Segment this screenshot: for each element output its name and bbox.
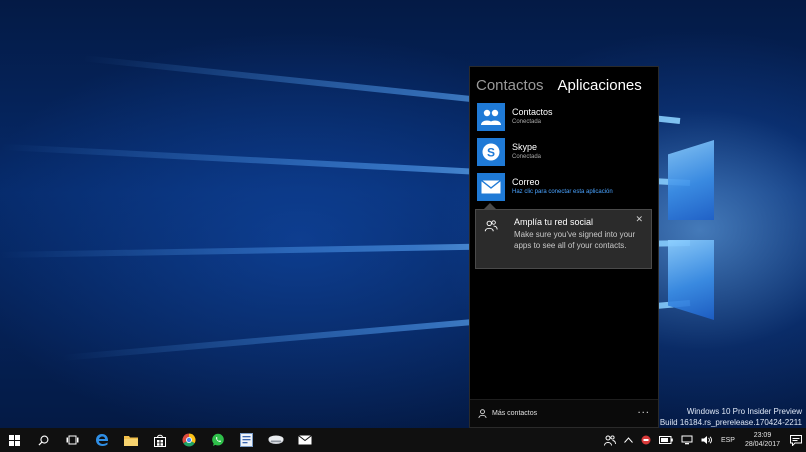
- app-item-contactos[interactable]: Contactos Conectada: [470, 99, 658, 134]
- whatsapp-button[interactable]: [203, 428, 232, 452]
- file-explorer-button[interactable]: [116, 428, 145, 452]
- chrome-icon: [181, 433, 196, 447]
- desktop-wallpaper: Windows 10 Pro Insider Preview uación. B…: [0, 0, 806, 428]
- app-item-skype[interactable]: S Skype Conectada: [470, 134, 658, 169]
- store-bag-icon: [153, 434, 166, 447]
- network-icon: [681, 435, 693, 445]
- tray-app-button[interactable]: [637, 428, 655, 452]
- mail-icon: [477, 172, 505, 201]
- whatsapp-icon: [211, 433, 224, 446]
- person-icon: [478, 409, 487, 418]
- people-outline-icon: [484, 220, 498, 232]
- task-view-button[interactable]: [58, 428, 87, 452]
- battery-button[interactable]: [655, 428, 677, 452]
- clock-time: 23:09: [753, 432, 772, 439]
- windows-logo-pane: [668, 140, 714, 220]
- search-button[interactable]: [29, 428, 58, 452]
- tip-title: Amplía tu red social: [514, 217, 594, 227]
- people-button[interactable]: [600, 428, 620, 452]
- more-options-button[interactable]: ···: [637, 408, 650, 419]
- more-contacts-label: Más contactos: [492, 410, 538, 417]
- panel-tabs: Contactos Aplicaciones: [470, 67, 658, 97]
- windows-logo-icon: [9, 434, 20, 446]
- tab-contactos[interactable]: Contactos: [476, 77, 544, 94]
- taskbar: ESP 23:09 28/04/2017: [0, 428, 806, 452]
- battery-icon: [658, 436, 673, 444]
- app-item-correo[interactable]: Correo Haz clic para conectar esta aplic…: [470, 169, 658, 204]
- system-tray: ESP 23:09 28/04/2017: [600, 428, 806, 452]
- more-contacts-button[interactable]: Más contactos: [478, 409, 537, 418]
- clock-date: 28/04/2017: [744, 441, 780, 448]
- app-button[interactable]: [232, 428, 261, 452]
- app-name: Skype: [512, 142, 538, 152]
- app-name: Correo: [512, 177, 540, 187]
- store-button[interactable]: [145, 428, 174, 452]
- start-button[interactable]: [0, 428, 29, 452]
- notification-icon: [790, 434, 802, 446]
- edge-button[interactable]: [87, 428, 116, 452]
- app-status: Conectada: [512, 119, 542, 125]
- app-list: Contactos Conectada S Skype Conectada Co…: [470, 97, 658, 204]
- mail-button[interactable]: [290, 428, 319, 452]
- clock-button[interactable]: 23:09 28/04/2017: [739, 431, 786, 449]
- language-indicator: ESP: [720, 436, 735, 444]
- svg-text:S: S: [487, 145, 495, 159]
- show-hidden-icons-button[interactable]: [620, 428, 637, 452]
- input-language-button[interactable]: ESP: [717, 428, 739, 452]
- record-icon: [641, 435, 651, 445]
- windows-logo-pane: [668, 240, 714, 320]
- people-icon: [477, 102, 505, 131]
- app-name: Contactos: [512, 107, 553, 117]
- app-status: Conectada: [512, 154, 542, 160]
- chrome-button[interactable]: [174, 428, 203, 452]
- panel-footer: Más contactos ···: [470, 399, 658, 427]
- task-view-icon: [66, 435, 79, 445]
- chevron-up-icon: [624, 437, 633, 443]
- action-center-button[interactable]: [786, 428, 806, 452]
- network-button[interactable]: [677, 428, 697, 452]
- people-icon: [603, 434, 616, 446]
- speaker-icon: [701, 436, 712, 444]
- tip-body: Make sure you've signed into your apps t…: [514, 230, 636, 250]
- connect-app-link[interactable]: Haz clic para conectar esta aplicación: [512, 188, 613, 197]
- skype-icon: S: [477, 137, 505, 166]
- volume-button[interactable]: [697, 428, 717, 452]
- search-icon: [38, 435, 49, 446]
- document-app-icon: [240, 433, 253, 447]
- folder-icon: [123, 436, 138, 446]
- network-drive-button[interactable]: [261, 428, 290, 452]
- edge-browser-icon: [95, 434, 108, 446]
- close-icon[interactable]: ✕: [635, 215, 643, 225]
- drive-icon: [268, 435, 283, 444]
- tab-aplicaciones[interactable]: Aplicaciones: [558, 77, 642, 94]
- mail-envelope-icon: [297, 435, 312, 445]
- social-network-tip: Amplía tu red social Make sure you've si…: [475, 209, 652, 269]
